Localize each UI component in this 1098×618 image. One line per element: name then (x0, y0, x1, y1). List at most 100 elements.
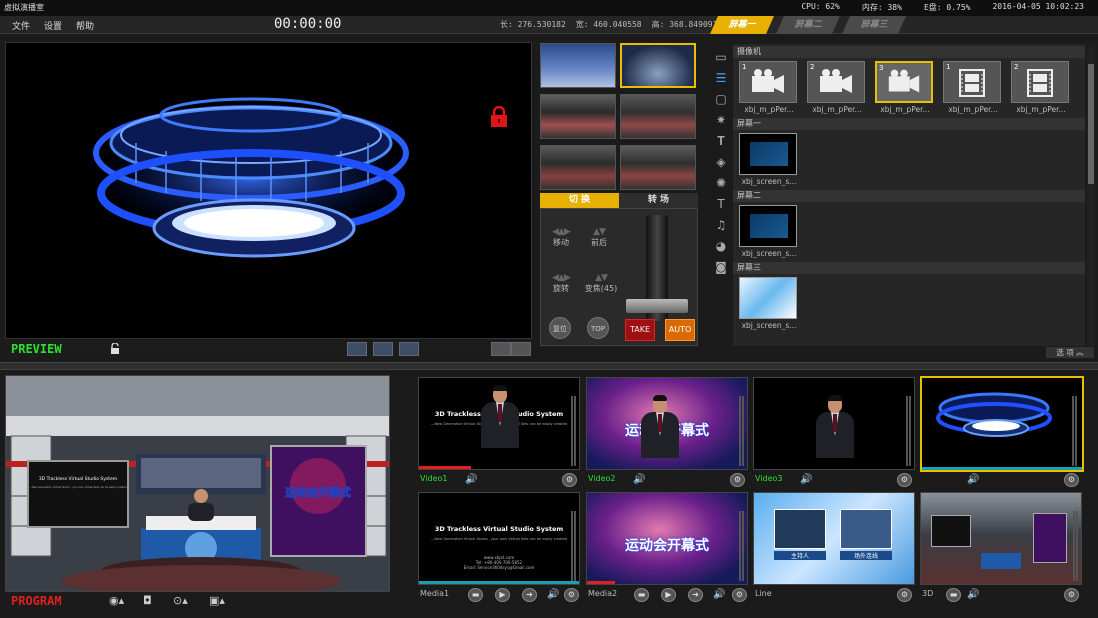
screen3-item[interactable]: xbj_screen_s... (739, 277, 799, 330)
rotate-control[interactable]: ◀▲▶ 旋转 (541, 273, 581, 294)
next-icon[interactable]: ➜ (688, 588, 703, 602)
snapshot-camera-icon[interactable]: ◘ (143, 595, 157, 607)
next-icon[interactable]: ➜ (522, 588, 537, 602)
lock-icon[interactable] (489, 106, 509, 128)
screen1-item[interactable]: xbj_screen_s... (739, 133, 799, 186)
text-icon[interactable]: T (714, 197, 728, 211)
menu-settings[interactable]: 设置 (44, 19, 62, 32)
light-icon[interactable]: ✷ (714, 113, 728, 127)
resource-scrollbar[interactable] (1087, 44, 1095, 346)
settings-gear-icon[interactable]: ⚙ (730, 473, 745, 487)
view-mode-2-button[interactable] (373, 342, 393, 356)
scrollbar-thumb[interactable] (1088, 64, 1094, 184)
camera-label: xbj_m_pPer... (880, 105, 930, 114)
volume-icon[interactable]: 🔊 (966, 588, 981, 602)
play-icon[interactable]: ▶ (661, 588, 676, 602)
settings-gear-icon[interactable]: ⚙ (732, 588, 747, 602)
camera-item[interactable]: 3 xbj_m_pPer... (875, 61, 935, 114)
list-icon[interactable]: ☰ (714, 71, 728, 85)
input-tile-media2[interactable]: 运动会开幕式 (586, 492, 748, 585)
view-mode-3-button[interactable] (399, 342, 419, 356)
top-button[interactable]: TOP (587, 317, 609, 339)
take-button[interactable]: TAKE (625, 319, 655, 341)
camera-thumb-1[interactable] (540, 43, 616, 88)
camera-thumb-4[interactable] (620, 94, 696, 139)
tile-name: 3D (922, 589, 934, 598)
screen2-item[interactable]: xbj_screen_s... (739, 205, 799, 258)
palette-icon[interactable]: ◕ (714, 239, 728, 253)
settings-gear-icon[interactable]: ⚙ (562, 473, 577, 487)
volume-icon[interactable]: 🔊 (546, 588, 561, 602)
camera-item[interactable]: 2 xbj_m_pPer... (807, 61, 867, 114)
reset-button[interactable]: 复位 (549, 317, 571, 339)
options-button[interactable]: 选 项 ︽ (1046, 347, 1094, 358)
volume-icon[interactable]: 🔊 (712, 588, 727, 602)
auto-button[interactable]: AUTO (665, 319, 695, 341)
tile-controls-video3: Video3 🔊 ⚙ (755, 473, 915, 487)
input-tile-3d-stage-selected[interactable] (920, 376, 1084, 472)
screen-capture-icon[interactable]: ▣▴ (209, 595, 225, 607)
video-record-icon[interactable]: ⊙▴ (173, 595, 188, 607)
program-label: PROGRAM (11, 594, 62, 608)
title-text-icon[interactable]: 𝐓 (714, 134, 728, 148)
scene-icon[interactable]: ▭ (714, 50, 728, 64)
monitor-icon[interactable]: ▢ (714, 92, 728, 106)
tab-screen-3[interactable]: 屏幕三 (842, 16, 906, 34)
front-back-label: 前后 (591, 238, 607, 247)
tile-name: Line (755, 589, 772, 598)
camera-num: 3 (879, 64, 884, 72)
record-icon[interactable]: ◉▴ (109, 595, 124, 607)
volume-icon[interactable]: 🔊 (632, 473, 647, 487)
open-folder-icon[interactable]: ▬ (468, 588, 483, 602)
t-bar-handle[interactable] (626, 299, 688, 313)
program-window[interactable]: 3D Trackless Virtual Studio System —New … (5, 375, 390, 592)
layers-icon[interactable]: ◈ (714, 155, 728, 169)
system-status: CPU: 62% 内存: 38% E盘: 0.75% 2016-04-05 10… (801, 2, 1084, 13)
menu-help[interactable]: 帮助 (76, 19, 94, 32)
preview-window[interactable] (5, 42, 532, 339)
video-camera-icon (888, 69, 920, 93)
unlock-icon[interactable] (109, 343, 121, 355)
camera-item[interactable]: 2 xbj_m_pPer... (1011, 61, 1071, 114)
front-back-control[interactable]: ▲▼ 前后 (579, 227, 619, 248)
volume-icon[interactable]: 🔊 (799, 473, 814, 487)
volume-icon[interactable]: 🔊 (966, 473, 981, 487)
input-tile-video3[interactable] (753, 377, 915, 470)
settings-gear-icon[interactable]: ⚙ (897, 588, 912, 602)
tab-switch[interactable]: 切 换 (540, 193, 619, 208)
camera-item[interactable]: 1 xbj_m_pPer... (943, 61, 1003, 114)
zoom-control[interactable]: ▲▼ 变焦(45) (579, 273, 623, 294)
settings-gear-icon[interactable]: ⚙ (564, 588, 579, 602)
play-icon[interactable]: ▶ (495, 588, 510, 602)
tab-transition[interactable]: 转 场 (619, 193, 698, 208)
view-mode-1-button[interactable] (347, 342, 367, 356)
music-icon[interactable]: ♫ (714, 218, 728, 232)
input-tile-video1[interactable]: 3D Trackless Virtual Studio System —New … (418, 377, 580, 470)
settings-gear-icon[interactable]: ⚙ (1064, 473, 1079, 487)
input-tile-3d[interactable] (920, 492, 1082, 585)
camera-item[interactable]: 1 xbj_m_pPer... (739, 61, 799, 114)
t-bar-slider[interactable] (626, 215, 688, 321)
input-tile-line[interactable]: 主持人 场外连线 (753, 492, 915, 585)
effects-icon[interactable]: ✺ (714, 176, 728, 190)
move-control[interactable]: ◀▲▶ 移动 (541, 227, 581, 248)
settings-gear-icon[interactable]: ⚙ (1064, 588, 1079, 602)
camera-settings-icon[interactable]: ◙ (714, 260, 728, 274)
tab-screen-1[interactable]: 屏幕一 (710, 16, 774, 34)
camera-thumb-3[interactable] (540, 94, 616, 139)
open-folder-icon[interactable]: ▬ (946, 588, 961, 602)
input-tile-media1[interactable]: 3D Trackless Virtual Studio System —New … (418, 492, 580, 585)
left-screen-title: 3D Trackless Virtual Studio System (39, 476, 117, 482)
tab-screen-2[interactable]: 屏幕二 (776, 16, 840, 34)
volume-icon[interactable]: 🔊 (464, 473, 479, 487)
camera-thumb-6[interactable] (620, 145, 696, 190)
undo-button[interactable] (491, 342, 511, 356)
tile-text-subtitle: —New Generation Virtual Studio , your ow… (431, 537, 567, 541)
redo-button[interactable] (511, 342, 531, 356)
settings-gear-icon[interactable]: ⚙ (897, 473, 912, 487)
camera-thumb-5[interactable] (540, 145, 616, 190)
open-folder-icon[interactable]: ▬ (634, 588, 649, 602)
camera-thumb-2[interactable] (620, 43, 696, 88)
menu-file[interactable]: 文件 (12, 19, 30, 32)
input-tile-video2[interactable]: 运动会开幕式 (586, 377, 748, 470)
